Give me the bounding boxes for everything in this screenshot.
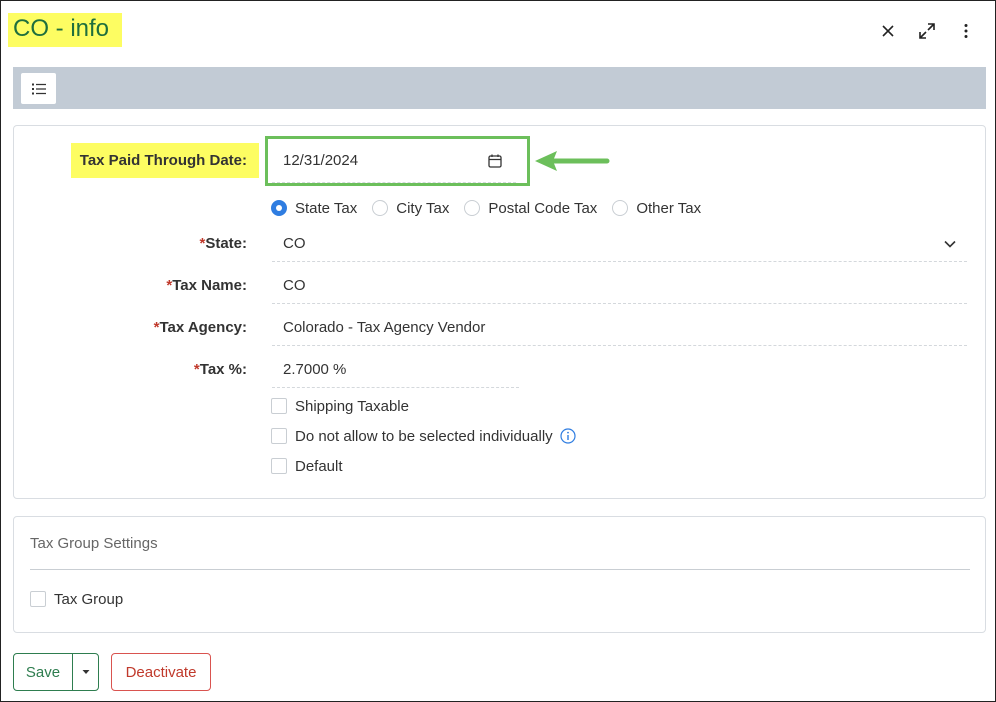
tax-paid-through-date-label: Tax Paid Through Date: [79, 152, 247, 169]
shipping-taxable-row: Shipping Taxable [271, 395, 409, 417]
arrow-left-icon [535, 151, 610, 171]
not-individually-checkbox[interactable] [271, 428, 287, 444]
list-view-button[interactable] [21, 73, 56, 104]
radio-postal-code-tax[interactable] [464, 200, 481, 216]
radio-city-tax-label: City Tax [396, 199, 450, 217]
tax-percent-label: *Tax %: [71, 360, 247, 380]
toolbar [13, 67, 986, 109]
close-icon [882, 25, 894, 37]
save-options-dropdown-button[interactable] [72, 653, 99, 691]
tax-name-label: *Tax Name: [71, 276, 247, 296]
expand-button[interactable] [915, 19, 939, 43]
page-title: CO - info [13, 15, 110, 42]
close-button[interactable] [876, 19, 900, 43]
radio-state-tax[interactable] [271, 200, 287, 216]
shipping-taxable-checkbox[interactable] [271, 398, 287, 414]
info-icon[interactable] [560, 428, 576, 444]
state-select[interactable]: CO [272, 234, 967, 262]
save-button[interactable]: Save [13, 653, 73, 691]
tax-percent-label-text: Tax %: [199, 361, 247, 378]
state-value: CO [283, 235, 306, 252]
tax-percent-value: 2.7000 % [283, 361, 347, 378]
not-individually-row: Do not allow to be selected individually [271, 425, 576, 447]
caret-down-icon [82, 670, 89, 674]
date-field-highlight-box [265, 136, 530, 186]
radio-city-tax[interactable] [372, 200, 389, 216]
more-options-button[interactable] [954, 19, 978, 43]
radio-state-tax-label: State Tax [295, 199, 358, 217]
radio-postal-code-tax-label: Postal Code Tax [488, 199, 598, 217]
not-individually-label: Do not allow to be selected individually [295, 427, 553, 445]
more-vertical-icon [964, 24, 968, 38]
tax-name-input[interactable]: CO [272, 276, 967, 304]
radio-other-tax[interactable] [612, 200, 629, 216]
default-label: Default [295, 457, 343, 475]
tax-percent-input[interactable]: 2.7000 % [272, 360, 519, 388]
tax-name-label-text: Tax Name: [172, 277, 247, 294]
tax-type-radio-group: State Tax City Tax Postal Code Tax Other… [271, 197, 716, 219]
tax-group-label: Tax Group [54, 590, 124, 608]
chevron-down-icon [944, 240, 956, 248]
shipping-taxable-label: Shipping Taxable [295, 397, 409, 415]
tax-group-settings-title: Tax Group Settings [30, 535, 158, 552]
tax-agency-label-text: Tax Agency: [159, 319, 247, 336]
tax-group-settings-card: Tax Group Settings Tax Group [13, 516, 986, 633]
tax-group-row: Tax Group [30, 588, 123, 610]
tax-group-checkbox[interactable] [30, 591, 46, 607]
deactivate-button[interactable]: Deactivate [111, 653, 211, 691]
deactivate-button-label: Deactivate [125, 663, 197, 681]
state-label: *State: [71, 234, 247, 254]
tax-agency-value: Colorado - Tax Agency Vendor [283, 319, 486, 336]
state-label-text: State: [205, 235, 247, 252]
tax-agency-label: *Tax Agency: [71, 318, 247, 338]
modal-window: CO - info Tax Paid Through Date: 12/31/2… [0, 0, 996, 702]
list-icon [31, 83, 46, 94]
radio-other-tax-label: Other Tax [636, 199, 702, 217]
section-divider [30, 569, 970, 570]
expand-icon [919, 23, 935, 39]
tax-agency-input[interactable]: Colorado - Tax Agency Vendor [272, 318, 967, 346]
default-row: Default [271, 455, 343, 477]
default-checkbox[interactable] [271, 458, 287, 474]
save-button-label: Save [25, 663, 61, 681]
tax-name-value: CO [283, 277, 306, 294]
